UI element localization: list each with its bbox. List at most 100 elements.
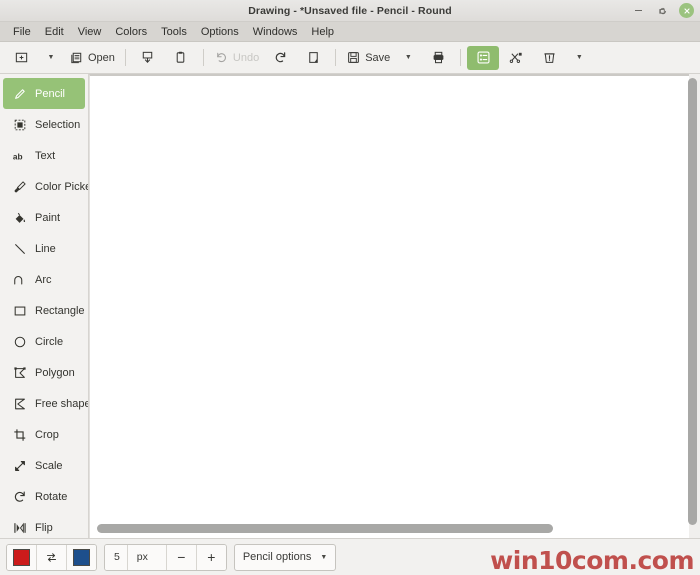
horizontal-scrollbar-thumb[interactable]	[97, 524, 554, 533]
drawing-canvas[interactable]	[89, 74, 689, 538]
sidebar-item-arc[interactable]: Arc	[3, 264, 85, 295]
rotate-icon	[12, 489, 27, 504]
main-color-button[interactable]	[7, 544, 37, 570]
scale-icon	[12, 458, 27, 473]
sidebar-item-rectangle[interactable]: Rectangle	[3, 295, 85, 326]
save-floppy-icon	[348, 52, 360, 63]
open-folder-icon	[71, 52, 82, 64]
save-as-icon	[143, 51, 153, 63]
title-bar: Drawing - *Unsaved file - Pencil - Round	[0, 0, 700, 22]
sidebar-item-label: Free shape	[35, 397, 89, 410]
undo-button[interactable]: Undo	[210, 46, 263, 70]
sidebar-item-label: Line	[35, 242, 56, 255]
vertical-scrollbar-thumb[interactable]	[688, 78, 697, 525]
menu-windows[interactable]: Windows	[246, 25, 305, 39]
sidebar-item-scale[interactable]: Scale	[3, 450, 85, 481]
tool-options-dropdown[interactable]: Pencil options ▼	[233, 543, 337, 571]
swap-arrows-icon	[46, 552, 57, 562]
sidebar-item-label: Crop	[35, 428, 59, 441]
menu-edit[interactable]: Edit	[38, 25, 71, 39]
window-controls	[631, 3, 694, 18]
sidebar-item-free-shape[interactable]: Free shape	[3, 388, 88, 419]
selection-actions-button[interactable]	[500, 46, 532, 70]
svg-text:ab: ab	[13, 151, 23, 161]
menu-bar: File Edit View Colors Tools Options Wind…	[0, 22, 700, 42]
watermark-text: win10com.com	[490, 546, 694, 575]
tool-size-value[interactable]: 5	[105, 544, 128, 570]
delete-button[interactable]	[533, 46, 565, 70]
tool-options-label: Pencil options	[242, 551, 312, 563]
print-button[interactable]	[422, 46, 454, 70]
sidebar-item-paint[interactable]: Paint	[3, 202, 85, 233]
drawing-app-window: Drawing - *Unsaved file - Pencil - Round…	[0, 0, 700, 575]
tools-sidebar: Pencil Selection ab Text Color Picker Pa…	[0, 74, 89, 538]
bottom-options-bar: 5 px − + Pencil options ▼ win10com.com	[0, 538, 700, 575]
menu-view[interactable]: View	[71, 25, 109, 39]
sidebar-item-label: Color Picker	[35, 180, 89, 193]
swap-colors-button[interactable]	[37, 544, 67, 570]
sidebar-item-label: Text	[35, 149, 56, 162]
more-tools-dropdown-button[interactable]: ▼	[566, 46, 592, 70]
decrease-size-button[interactable]: −	[166, 544, 197, 570]
cut-selection-icon	[509, 52, 522, 63]
menu-help[interactable]: Help	[304, 25, 341, 39]
new-image-icon	[15, 52, 27, 63]
chevron-down-icon: ▼	[404, 54, 412, 61]
clipboard-paste-icon	[177, 51, 185, 63]
menu-tools[interactable]: Tools	[154, 25, 194, 39]
restore-button[interactable]	[655, 3, 670, 18]
open-button[interactable]: Open	[65, 46, 119, 70]
save-as-button[interactable]	[132, 46, 164, 70]
minimize-icon	[635, 9, 642, 12]
sidebar-item-polygon[interactable]: Polygon	[3, 357, 85, 388]
sidebar-item-text[interactable]: ab Text	[3, 140, 85, 171]
sidebar-item-label: Scale	[35, 459, 63, 472]
close-icon	[683, 7, 690, 14]
paste-button[interactable]	[165, 46, 197, 70]
sidebar-item-pencil[interactable]: Pencil	[3, 78, 85, 109]
main-toolbar: ▼ Open Undo Save ▼ ▼	[0, 42, 700, 74]
canvas-horizontal-scrollbar[interactable]	[97, 524, 682, 533]
flip-icon	[12, 520, 27, 535]
text-ab-icon: ab	[12, 148, 27, 163]
menu-file[interactable]: File	[6, 25, 38, 39]
secondary-color-button[interactable]	[67, 544, 96, 570]
new-image-button[interactable]	[5, 46, 37, 70]
sidebar-item-line[interactable]: Line	[3, 233, 85, 264]
sidebar-item-selection[interactable]: Selection	[3, 109, 85, 140]
sidebar-item-circle[interactable]: Circle	[3, 326, 85, 357]
sidebar-item-flip[interactable]: Flip	[3, 512, 85, 538]
open-button-label: Open	[88, 51, 115, 64]
new-image-dropdown-button[interactable]: ▼	[38, 46, 64, 70]
sidebar-item-label: Arc	[35, 273, 52, 286]
window-title: Drawing - *Unsaved file - Pencil - Round	[248, 4, 452, 17]
chevron-down-icon: ▼	[47, 54, 55, 61]
menu-options[interactable]: Options	[194, 25, 246, 39]
redo-icon	[275, 52, 285, 63]
sidebar-item-color-picker[interactable]: Color Picker	[3, 171, 88, 202]
preview-button[interactable]	[297, 46, 329, 70]
tool-properties-button[interactable]	[467, 45, 500, 70]
save-button[interactable]: Save	[342, 46, 394, 70]
toolbar-separator-4	[460, 49, 462, 66]
close-button[interactable]	[679, 3, 694, 18]
save-dropdown-button[interactable]: ▼	[395, 46, 421, 70]
secondary-color-swatch	[73, 548, 90, 566]
increase-size-button[interactable]: +	[196, 544, 226, 570]
redo-button[interactable]	[264, 46, 296, 70]
menu-colors[interactable]: Colors	[108, 25, 154, 39]
line-icon	[12, 241, 27, 256]
sidebar-item-label: Rectangle	[35, 304, 85, 317]
sidebar-item-label: Flip	[35, 521, 53, 534]
toolbar-separator-3	[335, 49, 337, 66]
sidebar-item-rotate[interactable]: Rotate	[3, 481, 85, 512]
color-controls-group	[6, 543, 97, 571]
color-picker-icon	[12, 179, 27, 194]
canvas-vertical-scrollbar[interactable]	[688, 78, 697, 534]
undo-button-label: Undo	[232, 51, 260, 64]
save-button-label: Save	[365, 51, 391, 64]
minimize-button[interactable]	[631, 3, 646, 18]
preview-page-icon	[308, 52, 318, 63]
plus-icon: +	[207, 549, 216, 565]
sidebar-item-crop[interactable]: Crop	[3, 419, 85, 450]
